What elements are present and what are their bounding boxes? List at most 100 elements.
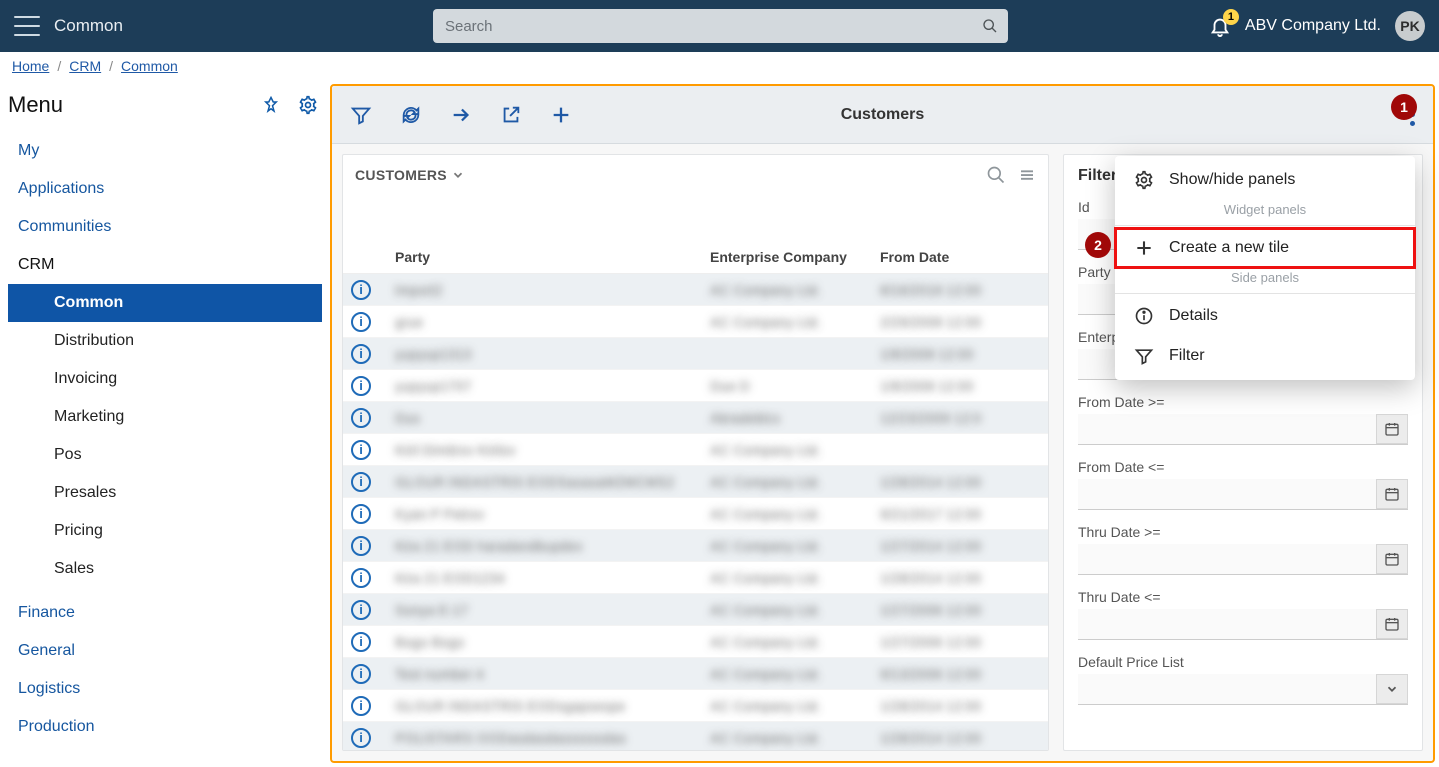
info-icon[interactable]: i: [351, 504, 371, 524]
sidebar-item-invoicing[interactable]: Invoicing: [8, 360, 322, 398]
pin-icon[interactable]: [262, 96, 280, 114]
sidebar-item-finance[interactable]: Finance: [8, 594, 322, 632]
arrow-right-icon[interactable]: [450, 104, 472, 126]
table-row[interactable]: iGLOUR INDASTRIS EODsgapsespeAC Company …: [343, 690, 1048, 722]
calendar-icon[interactable]: [1376, 414, 1408, 444]
sidebar-item-general[interactable]: General: [8, 632, 322, 670]
filter-from-le-input[interactable]: [1078, 479, 1376, 509]
cell-company: Abradeblcs: [710, 410, 880, 426]
table-row[interactable]: iyupyup1707Due D1/8/2008 12:00: [343, 370, 1048, 402]
popup-details[interactable]: Details: [1115, 296, 1415, 336]
refresh-icon[interactable]: [400, 104, 422, 126]
col-party[interactable]: Party: [395, 249, 710, 265]
breadcrumb-common[interactable]: Common: [121, 58, 178, 74]
sidebar-item-presales[interactable]: Presales: [8, 474, 322, 512]
info-icon[interactable]: i: [351, 664, 371, 684]
avatar[interactable]: PK: [1395, 11, 1425, 41]
grid-title[interactable]: CUSTOMERS: [355, 167, 447, 183]
customers-grid-panel: CUSTOMERS Party Enterprise Company: [342, 154, 1049, 751]
info-icon[interactable]: i: [351, 696, 371, 716]
grid-menu-icon[interactable]: [1018, 166, 1036, 184]
filter-thru-ge-input[interactable]: [1078, 544, 1376, 574]
cell-party: grue: [395, 314, 710, 330]
hamburger-icon[interactable]: [14, 16, 40, 36]
info-icon[interactable]: i: [351, 728, 371, 748]
filter-default-price-list-input[interactable]: [1078, 674, 1376, 704]
col-enterprise[interactable]: Enterprise Company: [710, 249, 880, 265]
info-icon[interactable]: i: [351, 536, 371, 556]
cell-date: 1/8/2008 12:00: [880, 346, 1040, 362]
sidebar-item-communities[interactable]: Communities: [8, 208, 322, 246]
main-column: Customers CUSTOMERS: [330, 84, 1435, 763]
calendar-icon[interactable]: [1376, 544, 1408, 574]
sidebar-item-common[interactable]: Common: [8, 284, 322, 322]
sidebar-item-crm[interactable]: CRM: [8, 246, 322, 284]
table-row[interactable]: iKiril Dimitrov KirilovAC Company Ltd.: [343, 434, 1048, 466]
external-link-icon[interactable]: [500, 104, 522, 126]
table-row[interactable]: iKira 21 EOD1234AC Company Ltd.1/28/2014…: [343, 562, 1048, 594]
info-icon[interactable]: i: [351, 600, 371, 620]
popup-section-side: Side panels: [1115, 268, 1415, 291]
sidebar-item-distribution[interactable]: Distribution: [8, 322, 322, 360]
sidebar-item-applications[interactable]: Applications: [8, 170, 322, 208]
table-row[interactable]: iPOLISTARS OODasdasdassssssdasAC Company…: [343, 722, 1048, 750]
notifications-button[interactable]: 1: [1209, 15, 1231, 37]
cell-date: 2/29/2008 12:00: [880, 314, 1040, 330]
info-icon[interactable]: i: [351, 376, 371, 396]
table-row[interactable]: iTest number 4AC Company Ltd.9/13/2006 1…: [343, 658, 1048, 690]
cell-party: POLISTARS OODasdasdassssssdas: [395, 730, 710, 746]
sidebar-item-sales[interactable]: Sales: [8, 550, 322, 588]
chevron-down-icon[interactable]: [451, 168, 465, 182]
chevron-down-icon[interactable]: [1376, 674, 1408, 704]
col-from[interactable]: From Date: [880, 249, 1040, 265]
sidebar-item-pos[interactable]: Pos: [8, 436, 322, 474]
search-input[interactable]: [433, 9, 1008, 43]
popup-show-hide-panels[interactable]: Show/hide panels: [1115, 160, 1415, 200]
more-menu-button[interactable]: [1410, 103, 1415, 126]
sidebar-item-pricing[interactable]: Pricing: [8, 512, 322, 550]
sidebar-item-my[interactable]: My: [8, 132, 322, 170]
cell-party: Kiril Dimitrov Kirilov: [395, 442, 710, 458]
info-icon[interactable]: i: [351, 472, 371, 492]
filter-from-le-label: From Date <=: [1078, 459, 1408, 475]
table-row[interactable]: iGLOUR INDASTRIS EODSasasaM2MCMS2AC Comp…: [343, 466, 1048, 498]
info-icon[interactable]: i: [351, 344, 371, 364]
table-row[interactable]: iBogo BogoAC Company Ltd.1/27/2006 12:00: [343, 626, 1048, 658]
cell-date: 1/27/2014 12:00: [880, 538, 1040, 554]
filter-icon[interactable]: [350, 104, 372, 126]
info-icon[interactable]: i: [351, 440, 371, 460]
table-row[interactable]: iKyan P PetrovAC Company Ltd.9/21/2017 1…: [343, 498, 1048, 530]
table-row[interactable]: iSonya E-17AC Company Ltd.1/27/2006 12:0…: [343, 594, 1048, 626]
table-row[interactable]: iyupyup13131/8/2008 12:00: [343, 338, 1048, 370]
calendar-icon[interactable]: [1376, 609, 1408, 639]
sidebar-item-marketing[interactable]: Marketing: [8, 398, 322, 436]
grid-search-icon[interactable]: [986, 165, 1006, 185]
cell-company: AC Company Ltd.: [710, 474, 880, 490]
menu-title: Menu: [8, 92, 63, 118]
breadcrumb-crm[interactable]: CRM: [69, 58, 101, 74]
sidebar-item-logistics[interactable]: Logistics: [8, 670, 322, 708]
table-row[interactable]: iDusAbradeblcs12/23/2009 12:0: [343, 402, 1048, 434]
filter-from-ge-input[interactable]: [1078, 414, 1376, 444]
table-row[interactable]: igrueAC Company Ltd.2/29/2008 12:00: [343, 306, 1048, 338]
breadcrumb-home[interactable]: Home: [12, 58, 49, 74]
info-icon[interactable]: i: [351, 568, 371, 588]
info-icon[interactable]: i: [351, 280, 371, 300]
search-icon[interactable]: [982, 18, 998, 34]
popup-create-tile[interactable]: Create a new tile: [1115, 228, 1415, 268]
filter-thru-le-input[interactable]: [1078, 609, 1376, 639]
popup-filter[interactable]: Filter: [1115, 336, 1415, 376]
grid-body[interactable]: iImport2AC Company Ltd.8/16/2018 12:00ig…: [343, 274, 1048, 750]
table-row[interactable]: iKira 21 EOD haradandbupdexAC Company Lt…: [343, 530, 1048, 562]
cell-date: 1/8/2008 12:00: [880, 378, 1040, 394]
plus-icon[interactable]: [550, 104, 572, 126]
sidebar-item-production[interactable]: Production: [8, 708, 322, 746]
calendar-icon[interactable]: [1376, 479, 1408, 509]
company-name[interactable]: ABV Company Ltd.: [1245, 17, 1381, 35]
cell-party: Bogo Bogo: [395, 634, 710, 650]
gear-icon[interactable]: [298, 95, 318, 115]
info-icon[interactable]: i: [351, 632, 371, 652]
table-row[interactable]: iImport2AC Company Ltd.8/16/2018 12:00: [343, 274, 1048, 306]
info-icon[interactable]: i: [351, 312, 371, 332]
info-icon[interactable]: i: [351, 408, 371, 428]
